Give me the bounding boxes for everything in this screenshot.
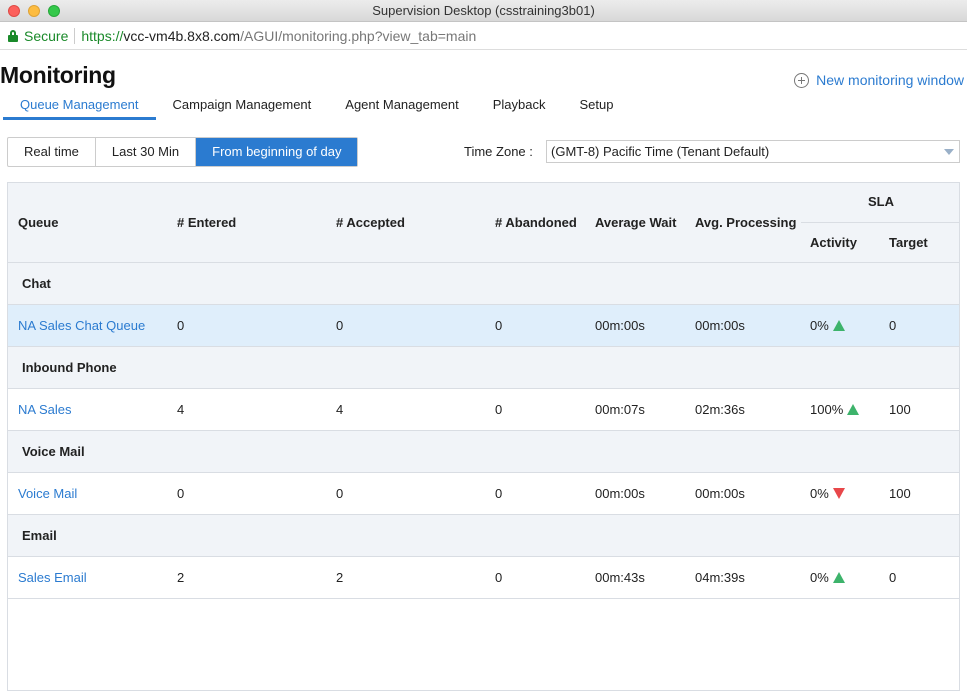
main-tabs: Queue Management Campaign Management Age… (3, 93, 630, 120)
tab-playback[interactable]: Playback (476, 93, 563, 120)
sla-activity-cell: 100% (810, 389, 860, 431)
sla-target-value: 100 (889, 402, 911, 417)
queue-link[interactable]: NA Sales Chat Queue (18, 305, 145, 347)
window-controls (8, 5, 60, 17)
avg-wait-value: 00m:43s (595, 570, 645, 585)
tab-campaign-management[interactable]: Campaign Management (156, 93, 329, 120)
sla-activity-value: 100% (810, 402, 844, 417)
group-row-chat: Chat (8, 263, 959, 305)
table-row[interactable]: Sales Email 2 2 0 00m:43s 04m:39s 0% 0 (8, 557, 959, 599)
queue-link[interactable]: Voice Mail (18, 473, 77, 515)
trend-down-icon (832, 488, 845, 499)
group-label: Voice Mail (22, 444, 85, 459)
accepted-value: 4 (336, 402, 344, 417)
timezone-value: (GMT-8) Pacific Time (Tenant Default) (551, 144, 770, 159)
sla-target-value: 0 (889, 318, 897, 333)
accepted-value: 0 (336, 486, 344, 501)
avg-wait-value: 00m:00s (595, 486, 645, 501)
url-path: /AGUI/monitoring.php?view_tab=main (240, 27, 477, 44)
column-avg-processing[interactable]: Avg. Processing (695, 215, 796, 230)
entered-value: 4 (177, 402, 185, 417)
entered-value: 0 (177, 318, 185, 333)
column-average-wait[interactable]: Average Wait (595, 215, 676, 230)
sla-activity-cell: 0% (810, 473, 845, 515)
sla-target-value: 0 (889, 570, 897, 585)
sla-activity-value: 0% (810, 486, 829, 501)
minimize-window-button[interactable] (28, 5, 40, 17)
avg-wait-value: 00m:00s (595, 318, 645, 333)
window-title: Supervision Desktop (csstraining3b01) (372, 3, 595, 18)
sla-activity-cell: 0% (810, 557, 845, 599)
chevron-down-icon (944, 149, 954, 155)
lock-icon (8, 29, 18, 42)
column-entered[interactable]: # Entered (177, 215, 236, 230)
address-divider (74, 27, 76, 44)
column-sla-target[interactable]: Target (889, 235, 928, 250)
url-host: vcc-vm4b.8x8.com (123, 27, 241, 44)
avg-processing-value: 02m:36s (695, 402, 745, 417)
tab-agent-management[interactable]: Agent Management (328, 93, 475, 120)
trend-up-icon (847, 404, 860, 415)
table-header: Queue # Entered # Accepted # Abandoned A… (8, 183, 959, 263)
avg-processing-value: 00m:00s (695, 318, 745, 333)
page-title: Monitoring (0, 62, 116, 88)
abandoned-value: 0 (495, 318, 503, 333)
tab-setup[interactable]: Setup (563, 93, 631, 120)
queue-link[interactable]: NA Sales (18, 389, 71, 431)
address-bar[interactable]: Secure https:// vcc-vm4b.8x8.com /AGUI/m… (0, 22, 967, 50)
column-accepted[interactable]: # Accepted (336, 215, 405, 230)
group-label: Email (22, 528, 57, 543)
group-row-inbound-phone: Inbound Phone (8, 347, 959, 389)
timezone-select[interactable]: (GMT-8) Pacific Time (Tenant Default) (546, 140, 960, 163)
column-sla-activity[interactable]: Activity (810, 235, 857, 250)
column-queue[interactable]: Queue (18, 215, 58, 230)
timezone-label: Time Zone : (464, 144, 533, 159)
avg-wait-value: 00m:07s (595, 402, 645, 417)
plus-circle-icon (794, 72, 810, 88)
sla-divider (801, 222, 959, 223)
avg-processing-value: 00m:00s (695, 486, 745, 501)
sla-activity-cell: 0% (810, 305, 845, 347)
url-scheme: https:// (81, 27, 124, 44)
zoom-window-button[interactable] (48, 5, 60, 17)
accepted-value: 2 (336, 570, 344, 585)
range-real-time-button[interactable]: Real time (8, 138, 96, 166)
entered-value: 2 (177, 570, 185, 585)
accepted-value: 0 (336, 318, 344, 333)
trend-up-icon (832, 320, 845, 331)
sla-activity-value: 0% (810, 570, 829, 585)
tab-queue-management[interactable]: Queue Management (3, 93, 156, 120)
secure-label: Secure (24, 27, 69, 44)
sla-target-value: 100 (889, 486, 911, 501)
group-label: Inbound Phone (22, 360, 117, 375)
column-sla: SLA (868, 194, 894, 209)
new-monitoring-window-label: New monitoring window (816, 72, 964, 88)
entered-value: 0 (177, 486, 185, 501)
trend-up-icon (832, 572, 845, 583)
window-titlebar: Supervision Desktop (csstraining3b01) (0, 0, 967, 22)
close-window-button[interactable] (8, 5, 20, 17)
table-row[interactable]: NA Sales Chat Queue 0 0 0 00m:00s 00m:00… (8, 305, 959, 347)
range-last-30-min-button[interactable]: Last 30 Min (96, 138, 197, 166)
avg-processing-value: 04m:39s (695, 570, 745, 585)
group-row-email: Email (8, 515, 959, 557)
table-row[interactable]: NA Sales 4 4 0 00m:07s 02m:36s 100% 100 (8, 389, 959, 431)
abandoned-value: 0 (495, 402, 503, 417)
table-row[interactable]: Voice Mail 0 0 0 00m:00s 00m:00s 0% 100 (8, 473, 959, 515)
abandoned-value: 0 (495, 486, 503, 501)
group-row-voice-mail: Voice Mail (8, 431, 959, 473)
new-monitoring-window-link[interactable]: New monitoring window (794, 72, 964, 88)
column-abandoned[interactable]: # Abandoned (495, 215, 577, 230)
queue-link[interactable]: Sales Email (18, 557, 87, 599)
group-label: Chat (22, 276, 51, 291)
queue-table: Queue # Entered # Accepted # Abandoned A… (7, 182, 960, 691)
sla-activity-value: 0% (810, 318, 829, 333)
abandoned-value: 0 (495, 570, 503, 585)
time-range-selector: Real time Last 30 Min From beginning of … (7, 137, 359, 167)
range-beginning-of-day-button[interactable]: From beginning of day (196, 138, 358, 166)
